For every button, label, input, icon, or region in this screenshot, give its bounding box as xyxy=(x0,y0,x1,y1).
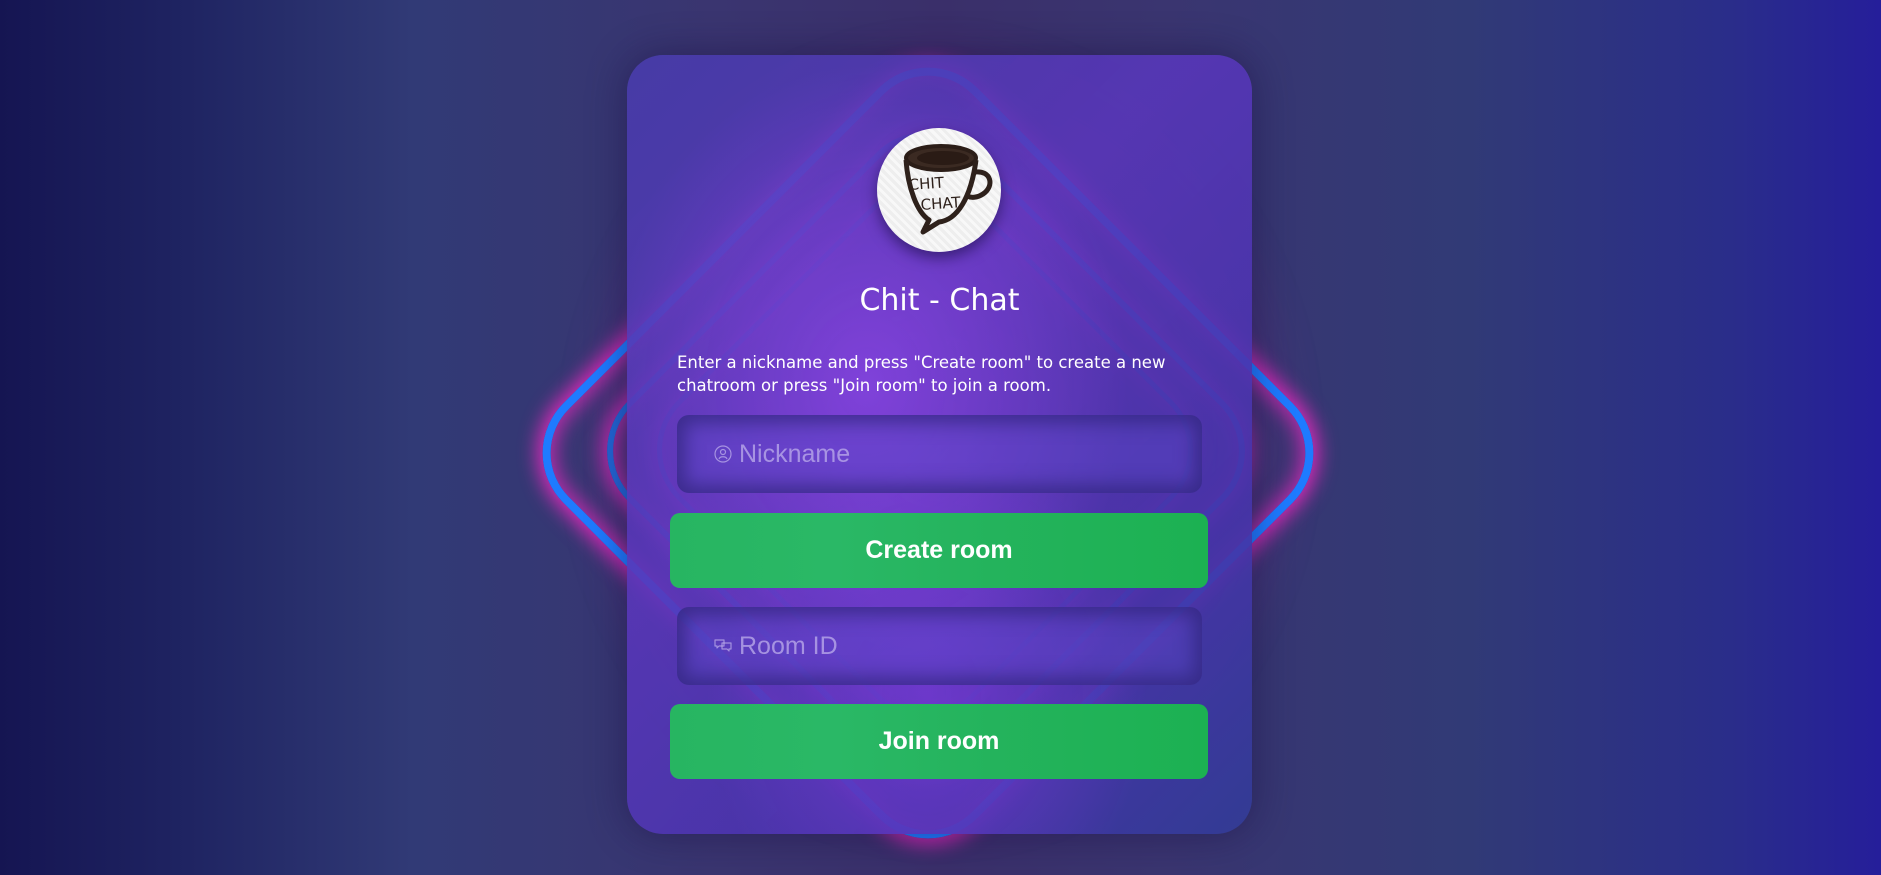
create-room-button[interactable]: Create room xyxy=(670,513,1208,588)
room-id-input[interactable] xyxy=(739,631,1179,661)
user-icon xyxy=(713,444,733,464)
instructions-text: Enter a nickname and press "Create room"… xyxy=(677,353,1166,395)
page-title: Chit - Chat xyxy=(859,283,1020,318)
logo-text-chit: CHIT xyxy=(908,174,945,194)
room-id-field[interactable] xyxy=(677,607,1202,685)
coffee-cup-logo-icon: CHIT CHAT. xyxy=(903,144,993,235)
logo-text-chat: CHAT. xyxy=(920,193,964,214)
join-room-button[interactable]: Join room xyxy=(670,704,1208,779)
nickname-field[interactable] xyxy=(677,415,1202,493)
nickname-input[interactable] xyxy=(739,439,1179,469)
login-card: CHIT CHAT. Chit - Chat Enter a nickname … xyxy=(627,55,1252,834)
chat-bubbles-icon xyxy=(713,636,733,656)
app-logo: CHIT CHAT. xyxy=(877,128,1001,252)
